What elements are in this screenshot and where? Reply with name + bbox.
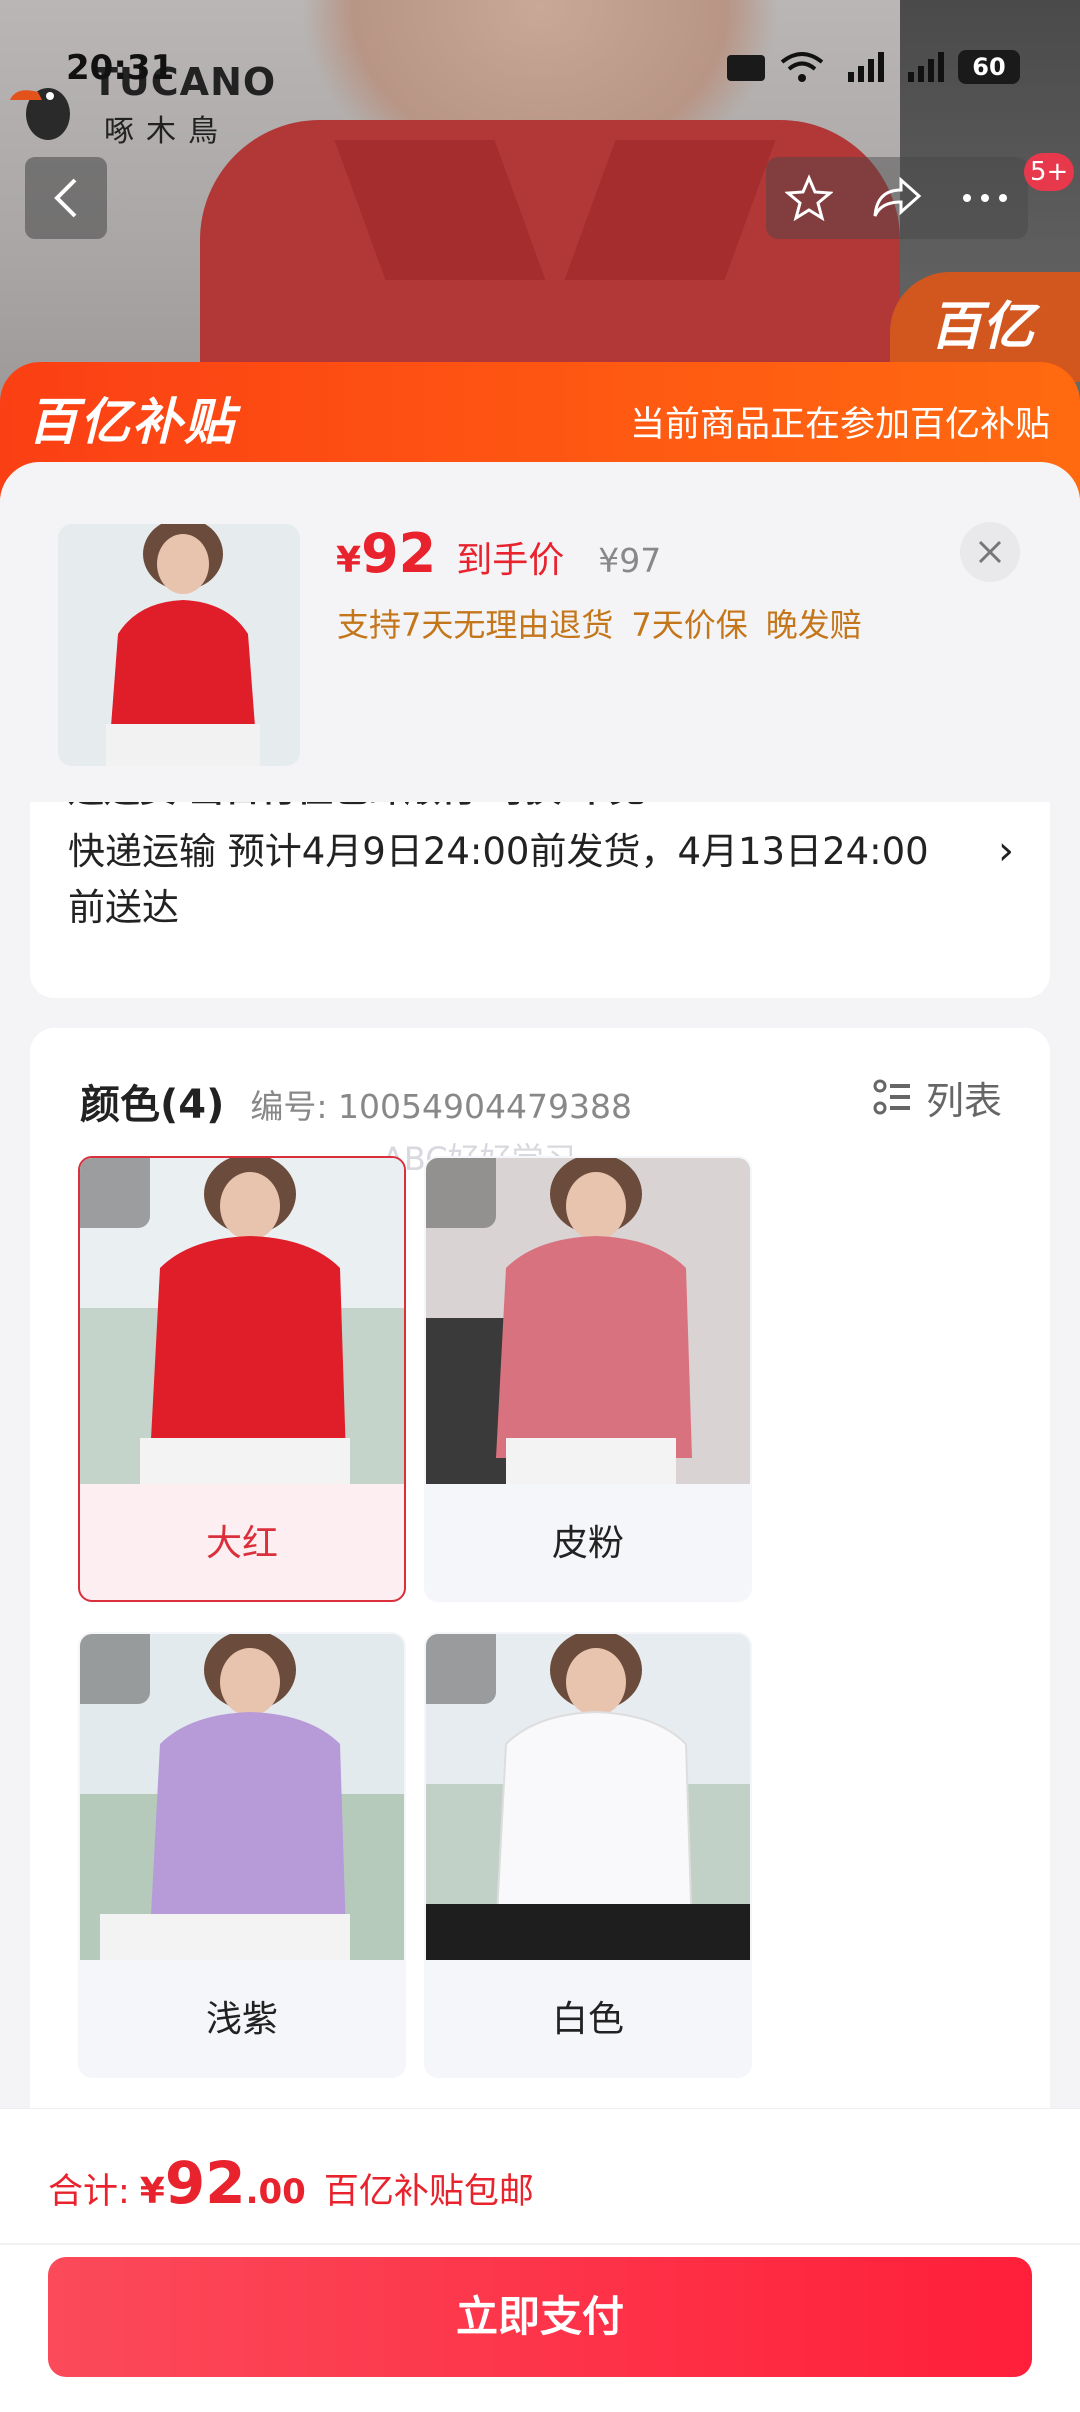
price-value: 92: [361, 522, 437, 585]
product-thumbnail-image: [58, 524, 300, 766]
share-icon[interactable]: [871, 176, 923, 220]
wifi-icon: [780, 52, 824, 82]
service-tags: 支持7天无理由退货 7天价保 晚发赔: [337, 600, 862, 646]
signal-5g-icon-2: [908, 52, 944, 82]
price-currency: ¥: [336, 540, 362, 581]
brand-mini-logo: [80, 1634, 150, 1704]
checkout-footer: 合计: ¥ 92 .00 百亿补贴包邮 立即支付: [0, 2108, 1080, 2412]
footer-divider: [0, 2243, 1080, 2245]
star-icon[interactable]: [785, 174, 833, 222]
product-summary: ¥ 92 到手价 ¥97 支持7天无理由退货 7天价保 晚发赔: [0, 462, 1080, 802]
list-label: 列表: [925, 1079, 1002, 1123]
chevron-right-icon: ›: [998, 828, 1014, 874]
product-thumbnail: [58, 524, 300, 766]
status-bar: 20:31 60: [0, 44, 1080, 94]
color-option-label: 白色: [551, 1999, 624, 2040]
list-icon: [873, 1079, 910, 1114]
color-option-label: 皮粉: [551, 1523, 624, 1564]
service-tag: 7天价保: [631, 606, 748, 644]
status-time: 20:31: [66, 48, 175, 88]
more-icon[interactable]: [961, 192, 1009, 204]
color-option-label: 大红: [205, 1523, 278, 1564]
subsidy-logo: 百亿补贴: [28, 393, 236, 451]
pay-now-button[interactable]: 立即支付: [48, 2257, 1032, 2377]
total-integer: 92: [164, 2149, 246, 2217]
color-title: 颜色(4): [80, 1082, 225, 1128]
brand-mini-logo: [426, 1158, 496, 1228]
hd-icon: [727, 55, 765, 81]
color-option-label: 浅紫: [205, 1999, 278, 2040]
service-tag: 晚发赔: [765, 606, 862, 644]
close-icon: [978, 540, 1002, 564]
brand-mini-logo: [80, 1158, 150, 1228]
total-decimal: .00: [245, 2172, 306, 2212]
sku-number: 编号: 10054904479388: [250, 1087, 632, 1126]
service-tag: 支持7天无理由退货: [337, 606, 614, 644]
top-actions: [766, 157, 1028, 239]
back-button[interactable]: [25, 157, 107, 239]
shipping-info: 快递运输 预计4月9日24:00前发货，4月13日24:00前送达: [68, 830, 929, 929]
original-price: ¥97: [598, 541, 662, 580]
price-row: ¥ 92 到手价 ¥97: [336, 522, 661, 585]
list-view-toggle[interactable]: 列表: [872, 1070, 1002, 1125]
brand-name-cn: 啄木鳥: [104, 114, 230, 149]
total-currency: ¥: [139, 2171, 165, 2212]
color-option-red[interactable]: 大红: [78, 1156, 406, 1602]
price-tag: 到手价: [456, 540, 565, 581]
notification-badge: 5+: [1024, 153, 1075, 191]
chevron-left-icon: [54, 178, 77, 218]
total-note: 百亿补贴包邮: [323, 2172, 534, 2212]
color-option-purple[interactable]: 浅紫: [78, 1632, 406, 2078]
signal-5g-icon: [848, 52, 884, 82]
brand-mini-logo: [426, 1634, 496, 1704]
color-option-white[interactable]: 白色: [424, 1632, 752, 2078]
total-row: 合计: ¥ 92 .00 百亿补贴包邮: [48, 2149, 534, 2217]
close-button[interactable]: [960, 522, 1020, 582]
color-option-pink[interactable]: 皮粉: [424, 1156, 752, 1602]
subsidy-note: 当前商品正在参加百亿补贴: [629, 405, 1050, 445]
battery-icon: 60: [958, 50, 1020, 84]
total-label: 合计:: [48, 2172, 130, 2212]
